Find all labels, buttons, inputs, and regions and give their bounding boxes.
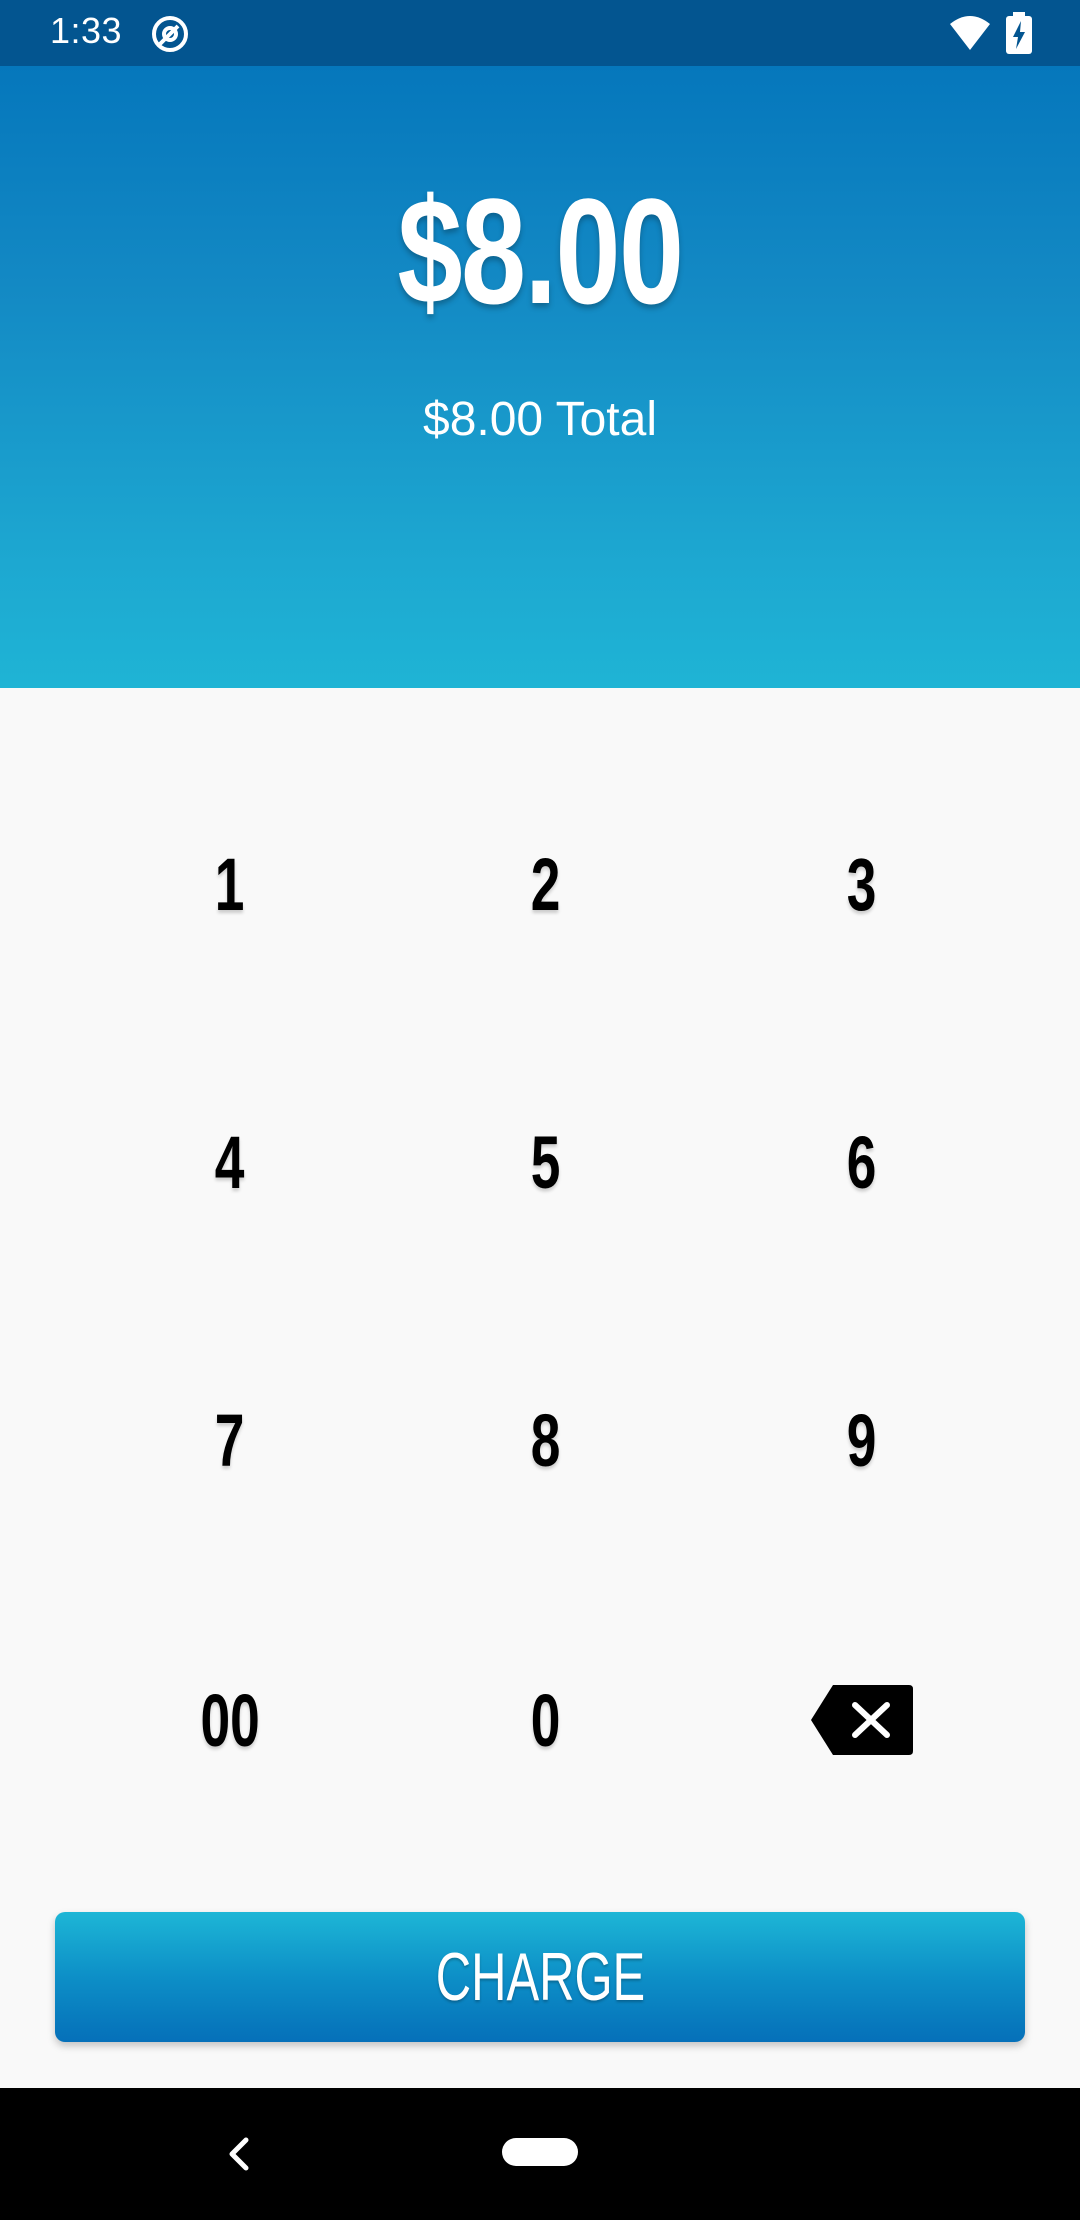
battery-charging-icon	[1006, 12, 1032, 54]
home-pill-icon[interactable]	[502, 2138, 578, 2166]
key-6[interactable]: 6	[702, 1062, 1022, 1262]
amount-display: $8.00	[397, 167, 685, 335]
backspace-button[interactable]	[702, 1620, 1022, 1820]
navigation-bar	[0, 2088, 1080, 2220]
charge-button[interactable]: CHARGE	[55, 1912, 1025, 2042]
wifi-icon	[950, 16, 990, 50]
total-label: $8.00 Total	[423, 393, 657, 446]
key-3[interactable]: 3	[702, 784, 1022, 984]
backspace-icon	[811, 1685, 913, 1755]
key-1[interactable]: 1	[70, 784, 390, 984]
key-9[interactable]: 9	[702, 1340, 1022, 1540]
key-8[interactable]: 8	[386, 1340, 706, 1540]
status-bar: 1:33	[0, 0, 1080, 66]
at-sign-icon	[152, 16, 188, 52]
back-chevron-icon[interactable]	[222, 2132, 256, 2176]
charge-label: CHARGE	[435, 1939, 645, 2015]
keypad: 1 2 3 4 5 6 7 8 9 00 0	[0, 688, 1080, 1788]
amount-header: $8.00 $8.00 Total	[0, 66, 1080, 688]
key-00[interactable]: 00	[70, 1620, 390, 1820]
key-4[interactable]: 4	[70, 1062, 390, 1262]
key-7[interactable]: 7	[70, 1340, 390, 1540]
key-5[interactable]: 5	[386, 1062, 706, 1262]
key-0[interactable]: 0	[386, 1620, 706, 1820]
key-2[interactable]: 2	[386, 784, 706, 984]
status-time: 1:33	[50, 10, 123, 51]
